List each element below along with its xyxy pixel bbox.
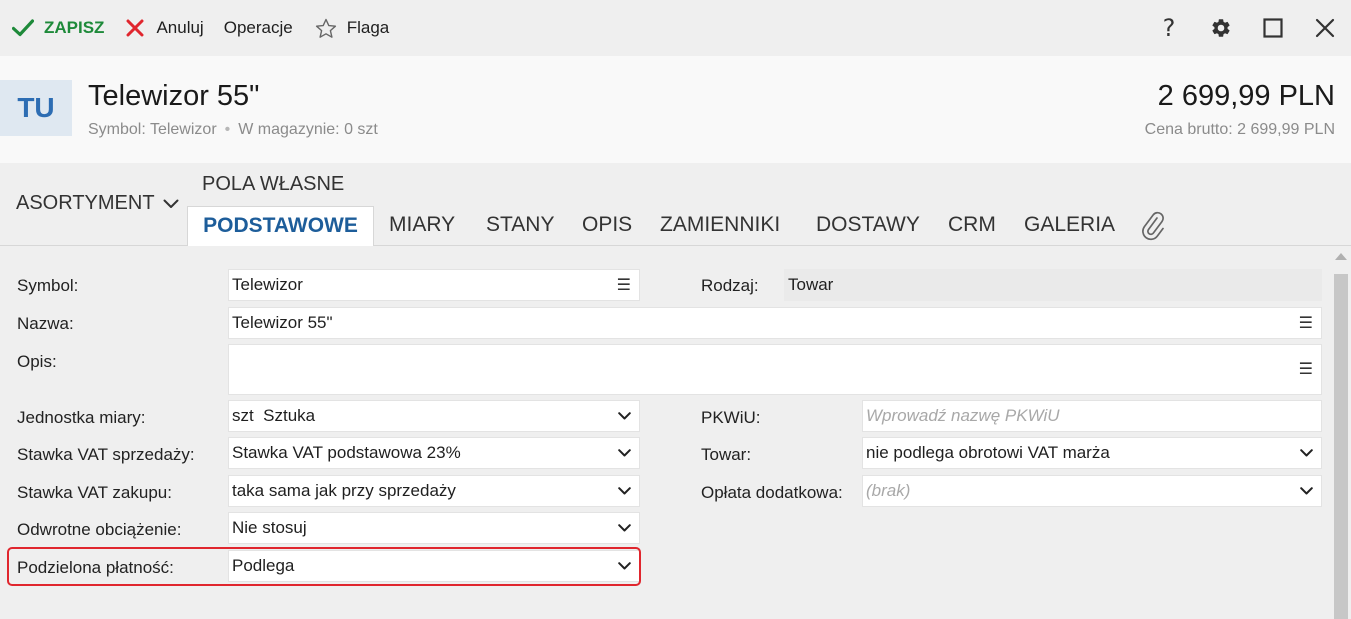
tab-gallery[interactable]: GALERIA xyxy=(1024,206,1115,246)
chevron-down-icon xyxy=(618,524,631,532)
flag-button[interactable]: Flaga xyxy=(315,0,390,56)
tab-substitutes[interactable]: ZAMIENNIKI xyxy=(660,206,780,246)
symbol-value: Telewizor xyxy=(232,275,303,294)
vat-sale-select[interactable]: Stawka VAT podstawowa 23% xyxy=(228,437,640,469)
price: 2 699,99 PLN xyxy=(1157,80,1335,112)
pkwiu-placeholder: Wprowadź nazwę PKWiU xyxy=(866,406,1060,425)
cancel-label: Anuluj xyxy=(156,18,204,37)
description-label: Opis: xyxy=(17,352,57,371)
split-payment-highlight xyxy=(7,547,641,586)
symbol-text: Symbol: Telewizor xyxy=(88,121,217,138)
type-label: Rodzaj: xyxy=(701,276,759,295)
help-button[interactable]: ? xyxy=(1143,0,1195,56)
menu-icon[interactable]: ☰ xyxy=(617,270,631,300)
description-field[interactable]: ☰ xyxy=(228,344,1322,395)
close-icon xyxy=(126,19,144,37)
toolbar: ZAPISZ Anuluj Operacje Flaga ? xyxy=(0,0,1351,56)
gear-icon xyxy=(1212,19,1230,37)
vat-sale-label: Stawka VAT sprzedaży: xyxy=(17,445,195,464)
tab-basic[interactable]: PODSTAWOWE xyxy=(187,206,374,247)
tab-custom-fields[interactable]: POLA WŁASNE xyxy=(202,173,344,196)
name-label: Nazwa: xyxy=(17,314,74,333)
checkmark-icon xyxy=(12,19,34,37)
pkwiu-label: PKWiU: xyxy=(701,408,761,427)
product-header: TU Telewizor 55" Symbol: Telewizor • W mag… xyxy=(0,56,1351,163)
name-value: Telewizor 55" xyxy=(232,313,333,332)
type-field: Towar xyxy=(784,269,1322,301)
chevron-down-icon xyxy=(1300,449,1313,457)
separator-dot: • xyxy=(224,121,231,138)
operations-label: Operacje xyxy=(223,18,293,37)
page-title: Telewizor 55" xyxy=(88,80,260,112)
unit-select[interactable]: szt Sztuka xyxy=(228,400,640,432)
tab-bar: ASORTYMENT POLA WŁASNE PODSTAWOWE MIARY … xyxy=(0,163,1351,247)
vat-purchase-label: Stawka VAT zakupu: xyxy=(17,483,172,502)
extra-fee-select[interactable]: (brak) xyxy=(862,475,1322,507)
attachments-button[interactable] xyxy=(1140,209,1166,241)
tab-crm[interactable]: CRM xyxy=(948,206,996,246)
scrollbar[interactable] xyxy=(1331,246,1351,619)
goods-select[interactable]: nie podlega obrotowi VAT marża xyxy=(862,437,1322,469)
vat-sale-value: Stawka VAT podstawowa 23% xyxy=(232,443,461,462)
chevron-down-icon xyxy=(618,449,631,457)
close-window-icon xyxy=(1315,18,1335,38)
cancel-button[interactable]: Anuluj xyxy=(126,0,204,56)
tab-measures[interactable]: MIARY xyxy=(389,206,455,246)
settings-button[interactable] xyxy=(1195,0,1247,56)
reverse-charge-select[interactable]: Nie stosuj xyxy=(228,512,640,544)
stock-text: W magazynie: 0 szt xyxy=(238,121,378,138)
extra-fee-value: (brak) xyxy=(866,481,911,500)
goods-value: nie podlega obrotowi VAT marża xyxy=(866,443,1110,462)
menu-icon[interactable]: ☰ xyxy=(1299,308,1313,338)
unit-label: Jednostka miary: xyxy=(17,408,146,427)
chevron-down-icon xyxy=(618,412,631,420)
help-icon: ? xyxy=(1162,14,1176,42)
tab-deliveries[interactable]: DOSTAWY xyxy=(816,206,920,246)
save-button[interactable]: ZAPISZ xyxy=(12,0,104,56)
maximize-icon xyxy=(1263,18,1283,38)
vat-purchase-select[interactable]: taka sama jak przy sprzedaży xyxy=(228,475,640,507)
gross-price: Cena brutto: 2 699,99 PLN xyxy=(1144,121,1335,138)
chevron-down-icon xyxy=(618,487,631,495)
paperclip-icon xyxy=(1142,211,1164,241)
goods-label: Towar: xyxy=(701,445,752,464)
flag-label: Flaga xyxy=(346,18,390,37)
symbol-field[interactable]: Telewizor ☰ xyxy=(228,269,640,301)
extra-fee-label: Opłata dodatkowa: xyxy=(701,483,843,502)
window-controls: ? xyxy=(1143,0,1351,56)
vat-purchase-value: taka sama jak przy sprzedaży xyxy=(232,481,456,500)
reverse-charge-label: Odwrotne obciążenie: xyxy=(17,520,182,539)
scrollbar-thumb[interactable] xyxy=(1334,274,1348,619)
type-value: Towar xyxy=(788,275,834,294)
maximize-button[interactable] xyxy=(1247,0,1299,56)
assortment-dropdown[interactable]: ASORTYMENT xyxy=(16,192,179,215)
avatar: TU xyxy=(0,80,72,136)
pkwiu-field[interactable]: Wprowadź nazwę PKWiU xyxy=(862,400,1322,432)
product-subtitle: Symbol: Telewizor • W magazynie: 0 szt xyxy=(88,121,378,139)
name-field[interactable]: Telewizor 55" ☰ xyxy=(228,307,1322,339)
scroll-up-icon[interactable] xyxy=(1335,253,1347,260)
close-window-button[interactable] xyxy=(1299,0,1351,56)
save-label: ZAPISZ xyxy=(44,18,105,37)
reverse-charge-value: Nie stosuj xyxy=(232,518,307,537)
unit-value: szt Sztuka xyxy=(232,406,316,425)
star-icon xyxy=(315,18,336,38)
tab-description[interactable]: OPIS xyxy=(582,206,632,246)
symbol-label: Symbol: xyxy=(17,276,79,295)
tab-stock[interactable]: STANY xyxy=(486,206,554,246)
chevron-down-icon xyxy=(163,199,179,208)
chevron-down-icon xyxy=(1300,487,1313,495)
assortment-label: ASORTYMENT xyxy=(16,192,155,214)
operations-button[interactable]: Operacje xyxy=(224,0,293,56)
menu-icon[interactable]: ☰ xyxy=(1299,354,1313,384)
